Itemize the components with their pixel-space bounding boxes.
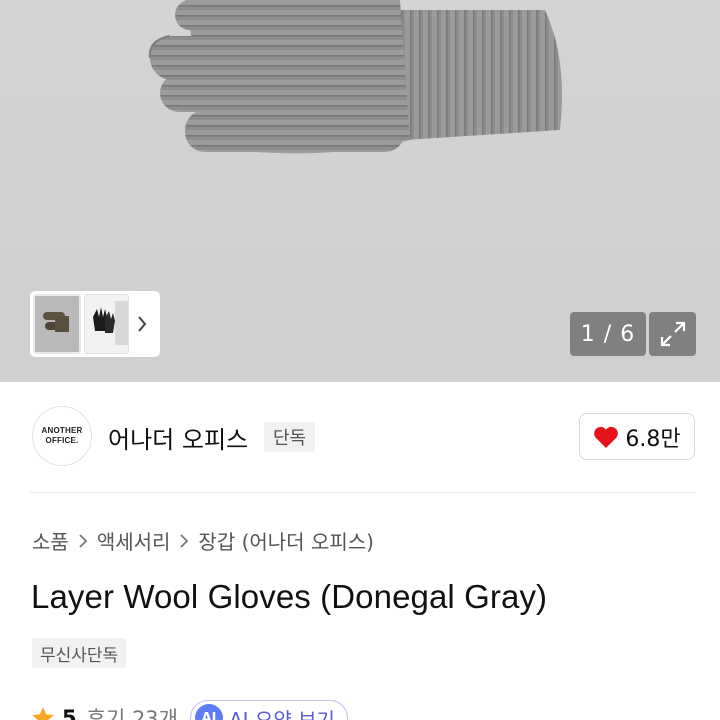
ai-summary-label: AI 요약 보기 (228, 707, 335, 720)
section-divider (30, 492, 696, 493)
image-counter: 1 / 6 (570, 312, 646, 356)
brand-logo-line2: OFFICE. (45, 436, 79, 445)
breadcrumb-item-gloves[interactable]: 장갑 (어나더 오피스) (198, 526, 374, 555)
rating-score: 5 (62, 706, 77, 720)
chevron-right-icon (179, 533, 189, 549)
exclusive-tag: 무신사단독 (32, 638, 127, 668)
exclusive-badge: 단독 (264, 422, 316, 452)
breadcrumb-item-accessory[interactable]: 액세서리 (97, 526, 171, 555)
chevron-right-icon (78, 533, 88, 549)
thumbnail-black-gloves[interactable] (84, 294, 129, 354)
black-gloves-thumb-icon (85, 295, 128, 351)
breadcrumb-item-accessories[interactable]: 소품 (32, 526, 69, 555)
ai-summary-button[interactable]: AI AI 요약 보기 (189, 700, 348, 720)
thumbnail-gray-gloves[interactable] (33, 294, 81, 354)
star-icon (32, 707, 54, 720)
product-image-gallery[interactable]: 1 / 6 (0, 0, 720, 382)
like-count: 6.8만 (625, 426, 681, 452)
gray-gloves-thumb-icon (35, 296, 79, 352)
brand-logo[interactable]: ANOTHER OFFICE. (32, 406, 92, 466)
product-title: Layer Wool Gloves (Donegal Gray) (31, 578, 548, 615)
brand-logo-line1: ANOTHER (41, 426, 83, 435)
brand-name[interactable]: 어나더 오피스 (108, 420, 248, 455)
review-count-link[interactable]: 후기 23개 (87, 703, 178, 720)
expand-image-button[interactable] (649, 312, 696, 356)
thumbnail-next-button[interactable] (129, 294, 155, 354)
chevron-right-icon (138, 316, 147, 332)
thumbnail-strip (30, 291, 160, 357)
rating-row: 5 후기 23개 AI AI 요약 보기 (30, 700, 348, 720)
expand-icon (660, 321, 685, 347)
breadcrumb: 소품 액세서리 장갑 (어나더 오피스) (32, 526, 374, 555)
ai-icon: AI (194, 704, 223, 720)
brand-row: ANOTHER OFFICE. 어나더 오피스 단독 6.8만 (0, 382, 720, 492)
heart-icon (594, 426, 619, 448)
like-button[interactable]: 6.8만 (579, 413, 695, 460)
